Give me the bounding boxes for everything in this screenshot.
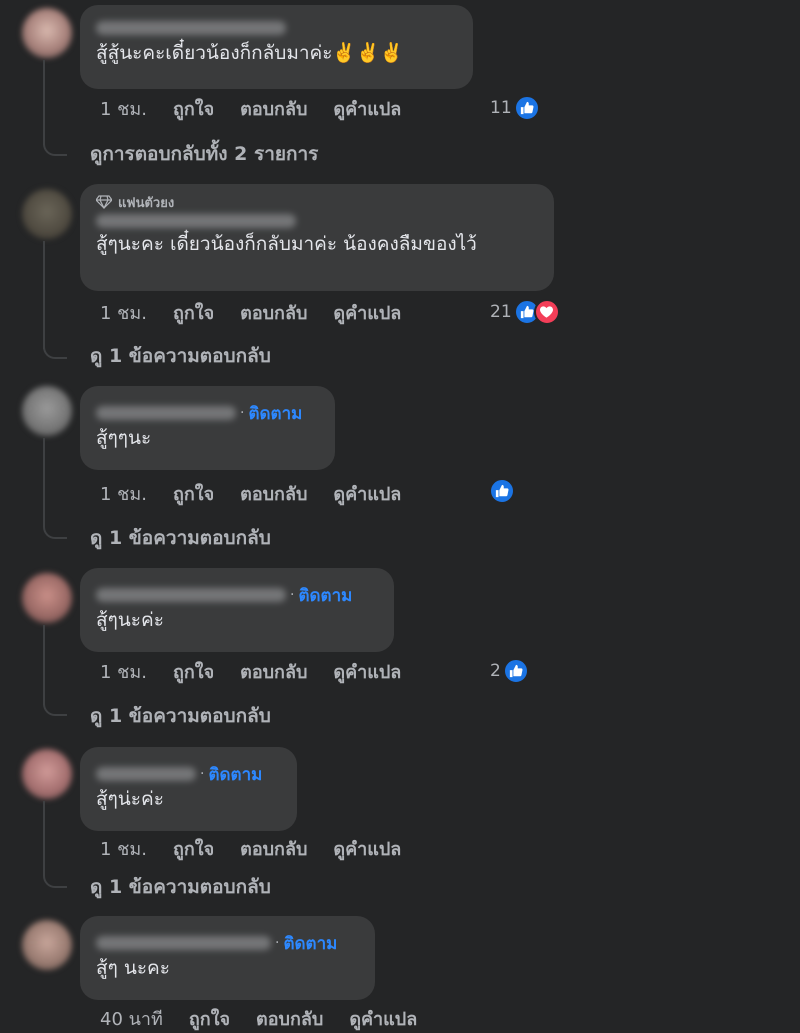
view-replies-link[interactable]: ดูการตอบกลับทั้ง 2 รายการ (90, 141, 318, 167)
like-button[interactable]: ถูกใจ (173, 94, 214, 123)
reply-button[interactable]: ตอบกลับ (240, 298, 307, 327)
thread-connector (43, 343, 67, 359)
translate-button[interactable]: ดูคำแปล (333, 94, 401, 123)
author-name-row[interactable]: · ติดตาม (96, 763, 281, 785)
reply-button[interactable]: ตอบกลับ (240, 94, 307, 123)
comment-text: สู้ๆนะคะ เดี๋ยวน้องก็กลับมาค่ะ น้องคงลืม… (96, 233, 477, 255)
avatar[interactable] (22, 189, 72, 239)
separator-dot: · (275, 935, 280, 951)
thread-line (43, 241, 45, 349)
comment-actions: 40 นาที ถูกใจ ตอบกลับ ดูคำแปล (100, 1006, 443, 1030)
reply-button[interactable]: ตอบกลับ (240, 657, 307, 686)
comment-text: สู้สู้นะคะเดี๋ยวน้องก็กลับมาค่ะ✌️✌️✌️ (96, 42, 404, 64)
follow-button[interactable]: ติดตาม (298, 582, 352, 609)
author-name-redacted[interactable] (96, 406, 236, 420)
follow-button[interactable]: ติดตาม (248, 400, 302, 427)
translate-button[interactable]: ดูคำแปล (333, 657, 401, 686)
author-name-row[interactable] (96, 17, 457, 39)
comment-timestamp[interactable]: 1 ชม. (100, 479, 147, 508)
author-name-redacted[interactable] (96, 767, 196, 781)
comment-bubble: · ติดตาม สู้ๆๆนะ (80, 386, 335, 470)
thread-line (43, 438, 45, 527)
comment-actions: 1 ชม. ถูกใจ ตอบกลับ ดูคำแปล (100, 659, 427, 683)
separator-dot: · (200, 766, 205, 782)
like-button[interactable]: ถูกใจ (189, 1004, 230, 1033)
comment-text: สู้ๆๆนะ (96, 427, 152, 449)
comment-timestamp[interactable]: 40 นาที (100, 1004, 163, 1033)
comment-text: สู้ๆน่ะค่ะ (96, 788, 164, 810)
translate-button[interactable]: ดูคำแปล (333, 298, 401, 327)
comment-actions: 1 ชม. ถูกใจ ตอบกลับ ดูคำแปล (100, 300, 427, 324)
author-name-redacted[interactable] (96, 588, 286, 602)
comment-timestamp[interactable]: 1 ชม. (100, 834, 147, 863)
thread-line (43, 801, 45, 876)
translate-button[interactable]: ดูคำแปล (349, 1004, 417, 1033)
comment-timestamp[interactable]: 1 ชม. (100, 657, 147, 686)
author-name-redacted[interactable] (96, 214, 296, 228)
view-replies-link[interactable]: ดู 1 ข้อความตอบกลับ (90, 874, 271, 900)
avatar[interactable] (22, 386, 72, 436)
like-icon (513, 95, 540, 121)
avatar[interactable] (22, 920, 72, 970)
author-name-row[interactable] (96, 212, 538, 230)
like-icon (502, 658, 529, 684)
reply-button[interactable]: ตอบกลับ (240, 479, 307, 508)
reply-button[interactable]: ตอบกลับ (240, 834, 307, 863)
view-replies-link[interactable]: ดู 1 ข้อความตอบกลับ (90, 343, 271, 369)
comment-text: สู้ๆนะค่ะ (96, 609, 164, 631)
view-replies-link[interactable]: ดู 1 ข้อความตอบกลับ (90, 703, 271, 729)
reaction-summary[interactable]: 21 (490, 299, 560, 325)
author-name-redacted[interactable] (96, 21, 286, 35)
reaction-count: 2 (490, 661, 501, 681)
like-button[interactable]: ถูกใจ (173, 834, 214, 863)
comment-timestamp[interactable]: 1 ชม. (100, 94, 147, 123)
comment-actions: 1 ชม. ถูกใจ ตอบกลับ ดูคำแปล (100, 96, 427, 120)
reaction-count: 21 (490, 302, 512, 322)
author-name-redacted[interactable] (96, 936, 271, 950)
thread-connector (43, 140, 67, 156)
follow-button[interactable]: ติดตาม (283, 930, 337, 957)
comment-bubble: · ติดตาม สู้ๆนะค่ะ (80, 568, 394, 652)
avatar[interactable] (22, 573, 72, 623)
love-icon (533, 299, 560, 325)
reply-button[interactable]: ตอบกลับ (256, 1004, 323, 1033)
avatar[interactable] (22, 8, 72, 58)
comment-text: สู้ๆ นะคะ (96, 957, 170, 979)
follow-button[interactable]: ติดตาม (208, 761, 262, 788)
thread-connector (43, 872, 67, 888)
comment-timestamp[interactable]: 1 ชม. (100, 298, 147, 327)
reaction-summary[interactable]: 2 (490, 658, 529, 684)
reaction-summary[interactable] (487, 478, 515, 504)
comment-bubble: สู้สู้นะคะเดี๋ยวน้องก็กลับมาค่ะ✌️✌️✌️ (80, 5, 473, 89)
thread-connector (43, 523, 67, 539)
comment-bubble: · ติดตาม สู้ๆ นะคะ (80, 916, 375, 1000)
like-icon (489, 478, 515, 504)
like-button[interactable]: ถูกใจ (173, 479, 214, 508)
avatar[interactable] (22, 749, 72, 799)
comment-bubble: แฟนตัวยง สู้ๆนะคะ เดี๋ยวน้องก็กลับมาค่ะ … (80, 184, 554, 291)
translate-button[interactable]: ดูคำแปล (333, 479, 401, 508)
like-button[interactable]: ถูกใจ (173, 298, 214, 327)
separator-dot: · (290, 587, 295, 603)
author-name-row[interactable]: · ติดตาม (96, 584, 378, 606)
top-fan-badge[interactable]: แฟนตัวยง (96, 192, 538, 212)
thread-line (43, 60, 45, 145)
comment-actions: 1 ชม. ถูกใจ ตอบกลับ ดูคำแปล (100, 481, 427, 505)
separator-dot: · (240, 405, 245, 421)
reaction-summary[interactable]: 11 (490, 95, 540, 121)
view-replies-link[interactable]: ดู 1 ข้อความตอบกลับ (90, 525, 271, 551)
author-name-row[interactable]: · ติดตาม (96, 932, 359, 954)
thread-line (43, 625, 45, 705)
translate-button[interactable]: ดูคำแปล (333, 834, 401, 863)
diamond-icon (96, 195, 112, 209)
badge-label: แฟนตัวยง (118, 195, 175, 211)
author-name-row[interactable]: · ติดตาม (96, 402, 319, 424)
like-button[interactable]: ถูกใจ (173, 657, 214, 686)
comment-bubble: · ติดตาม สู้ๆน่ะค่ะ (80, 747, 297, 831)
thread-connector (43, 700, 67, 716)
comment-actions: 1 ชม. ถูกใจ ตอบกลับ ดูคำแปล (100, 836, 427, 860)
reaction-count: 11 (490, 98, 512, 118)
